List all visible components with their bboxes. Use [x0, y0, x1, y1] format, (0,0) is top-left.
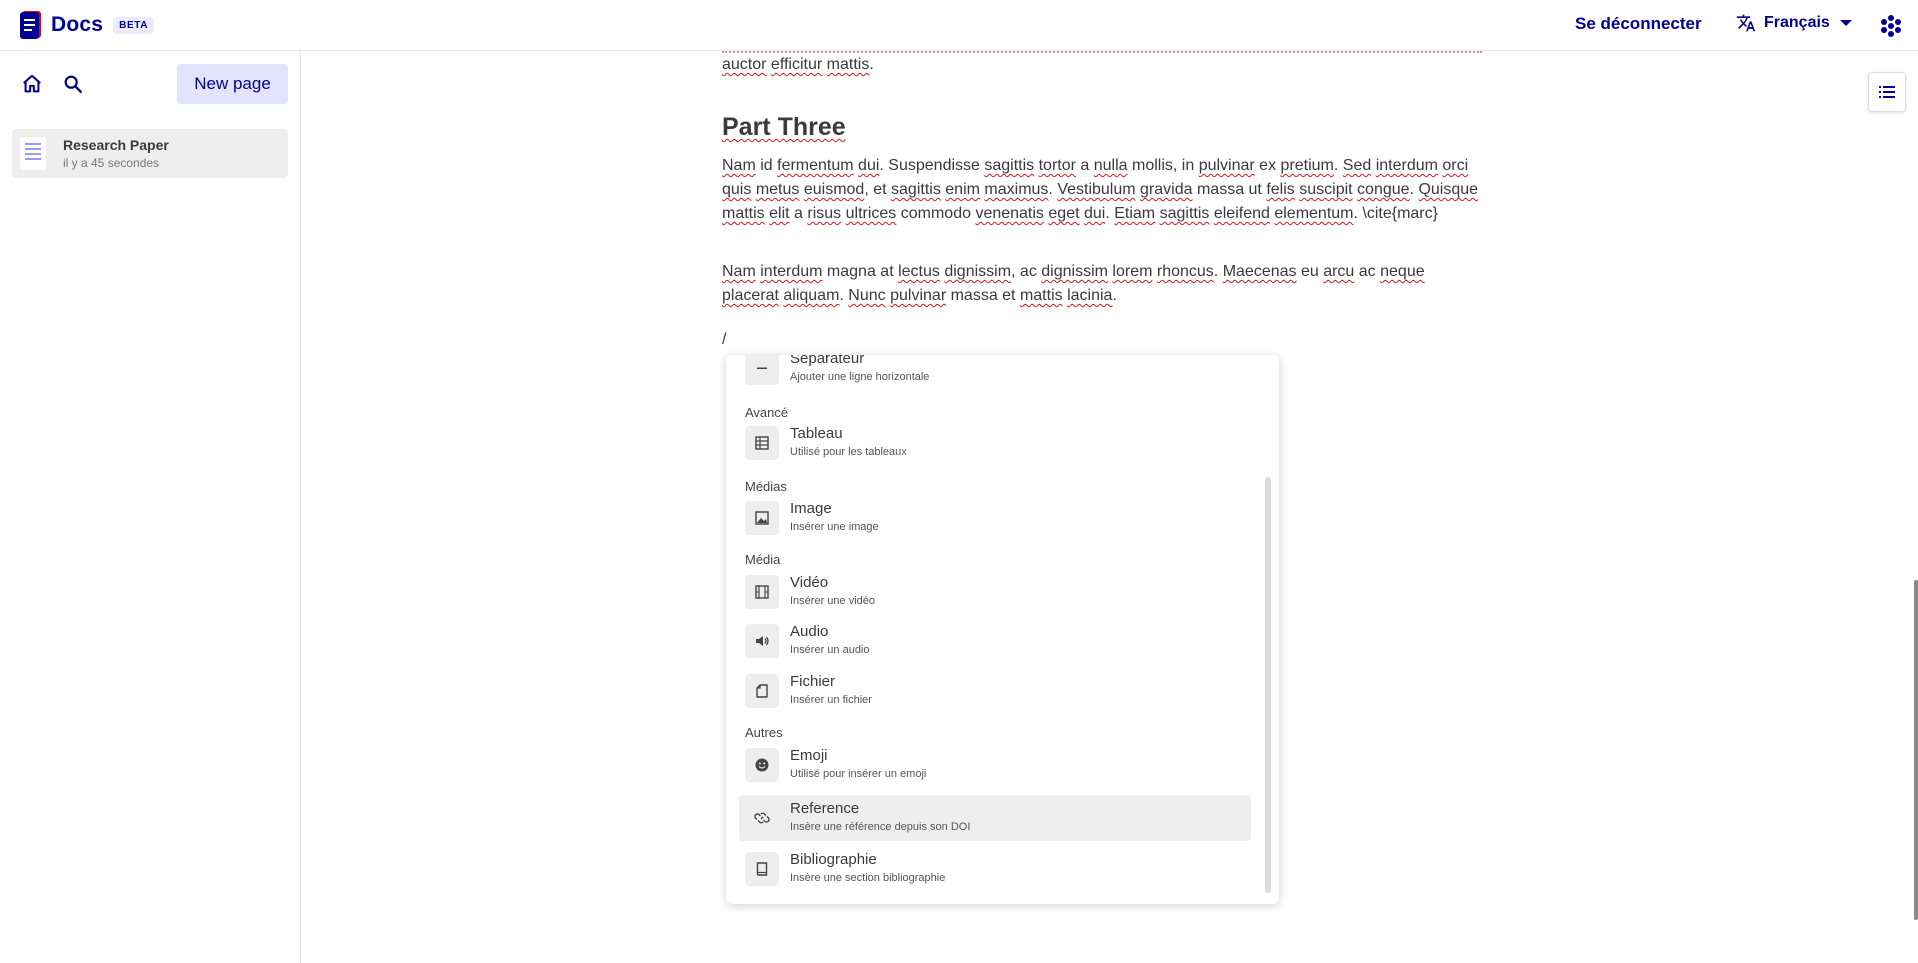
sidebar: New page Research Paper il y a 45 second… — [0, 51, 301, 963]
file-icon — [745, 674, 779, 708]
menu-item-subtitle: Insérer un fichier — [790, 694, 872, 706]
menu-item-title: Séparateur — [790, 355, 865, 367]
menu-group-label: Avancé — [745, 405, 789, 420]
home-button[interactable] — [18, 70, 46, 98]
menu-item-title: Image — [790, 500, 832, 517]
table-of-contents-button[interactable] — [1868, 72, 1906, 112]
menu-item-subtitle: Ajouter une ligne horizontale — [790, 371, 930, 383]
menu-item-bibliography[interactable]: Bibliographie Insère une section bibliog… — [739, 846, 1251, 892]
search-button[interactable] — [59, 70, 87, 98]
app-logo[interactable]: Docs BETA — [19, 10, 155, 40]
top-header: Docs BETA Se déconnecter Français — [0, 0, 1918, 51]
app-name: Docs — [51, 13, 104, 36]
link-icon — [745, 801, 779, 835]
menu-item-subtitle: Utilisé pour insérer un emoji — [790, 768, 927, 780]
logout-button[interactable]: Se déconnecter — [1575, 14, 1702, 34]
new-page-button[interactable]: New page — [177, 64, 288, 104]
page-scrollbar[interactable] — [1914, 580, 1918, 920]
image-icon — [745, 501, 779, 535]
chevron-down-icon — [1839, 20, 1852, 26]
menu-item-subtitle: Insérer une vidéo — [790, 595, 875, 607]
paragraph[interactable]: Nam interdum magna at lectus dignissim, … — [722, 260, 1482, 308]
document-icon — [20, 137, 46, 170]
beta-badge: BETA — [113, 16, 155, 34]
menu-item-emoji[interactable]: Emoji Utilisé pour insérer un emoji — [739, 742, 1251, 788]
menu-item-image[interactable]: Image Insérer une image — [739, 495, 1251, 541]
menu-item-title: Reference — [790, 800, 860, 817]
menu-group-label: Médias — [745, 479, 787, 494]
table-icon — [745, 426, 779, 460]
sidebar-doc-item[interactable]: Research Paper il y a 45 secondes — [12, 129, 288, 178]
emoji-icon — [745, 748, 779, 782]
menu-scrollbar[interactable] — [1265, 477, 1271, 893]
horizontal-rule-icon — [745, 355, 779, 385]
menu-item-title: Vidéo — [790, 574, 829, 591]
menu-item-title: Fichier — [790, 673, 836, 690]
translate-icon — [1736, 14, 1756, 32]
volume-icon — [745, 624, 779, 658]
section-heading[interactable]: Part Three — [722, 113, 846, 142]
film-icon — [745, 575, 779, 609]
apps-grid-icon[interactable] — [1879, 14, 1903, 38]
menu-item-title: Tableau — [790, 425, 843, 442]
clipped-text-line — [722, 49, 1482, 53]
menu-item-title: Audio — [790, 623, 829, 640]
menu-item-file[interactable]: Fichier Insérer un fichier — [739, 668, 1251, 714]
menu-item-subtitle: Insère une section bibliographie — [790, 872, 946, 884]
docs-logo-icon — [20, 11, 41, 39]
menu-item-title: Bibliographie — [790, 851, 877, 868]
list-icon — [1879, 86, 1895, 98]
search-icon — [64, 75, 82, 93]
language-label: Français — [1764, 14, 1830, 31]
menu-item-separator[interactable]: Séparateur Ajouter une ligne horizontale — [739, 355, 1251, 391]
menu-item-title: Emoji — [790, 747, 828, 764]
slash-command-menu: Séparateur Ajouter une ligne horizontale… — [726, 355, 1279, 904]
menu-item-subtitle: Insérer un audio — [790, 644, 870, 656]
menu-item-subtitle: Utilisé pour les tableaux — [790, 446, 907, 458]
menu-item-table[interactable]: Tableau Utilisé pour les tableaux — [739, 420, 1251, 466]
menu-item-subtitle: Insère une référence depuis son DOI — [790, 821, 971, 833]
book-icon — [745, 852, 779, 886]
language-selector[interactable]: Français — [1736, 13, 1852, 33]
menu-group-label: Média — [745, 552, 781, 567]
paragraph[interactable]: Nam id fermentum dui. Suspendisse sagitt… — [722, 154, 1482, 226]
doc-timestamp: il y a 45 secondes — [63, 156, 160, 170]
menu-item-reference[interactable]: Reference Insère une référence depuis so… — [739, 795, 1251, 841]
paragraph-line[interactable]: auctor efficitur mattis. — [722, 56, 874, 74]
slash-command-input[interactable]: / — [722, 331, 726, 349]
doc-title: Research Paper — [63, 137, 169, 153]
menu-item-subtitle: Insérer une image — [790, 521, 879, 533]
menu-item-video[interactable]: Vidéo Insérer une vidéo — [739, 569, 1251, 615]
menu-item-audio[interactable]: Audio Insérer un audio — [739, 618, 1251, 664]
home-icon — [23, 74, 41, 93]
menu-group-label: Autres — [745, 725, 783, 740]
